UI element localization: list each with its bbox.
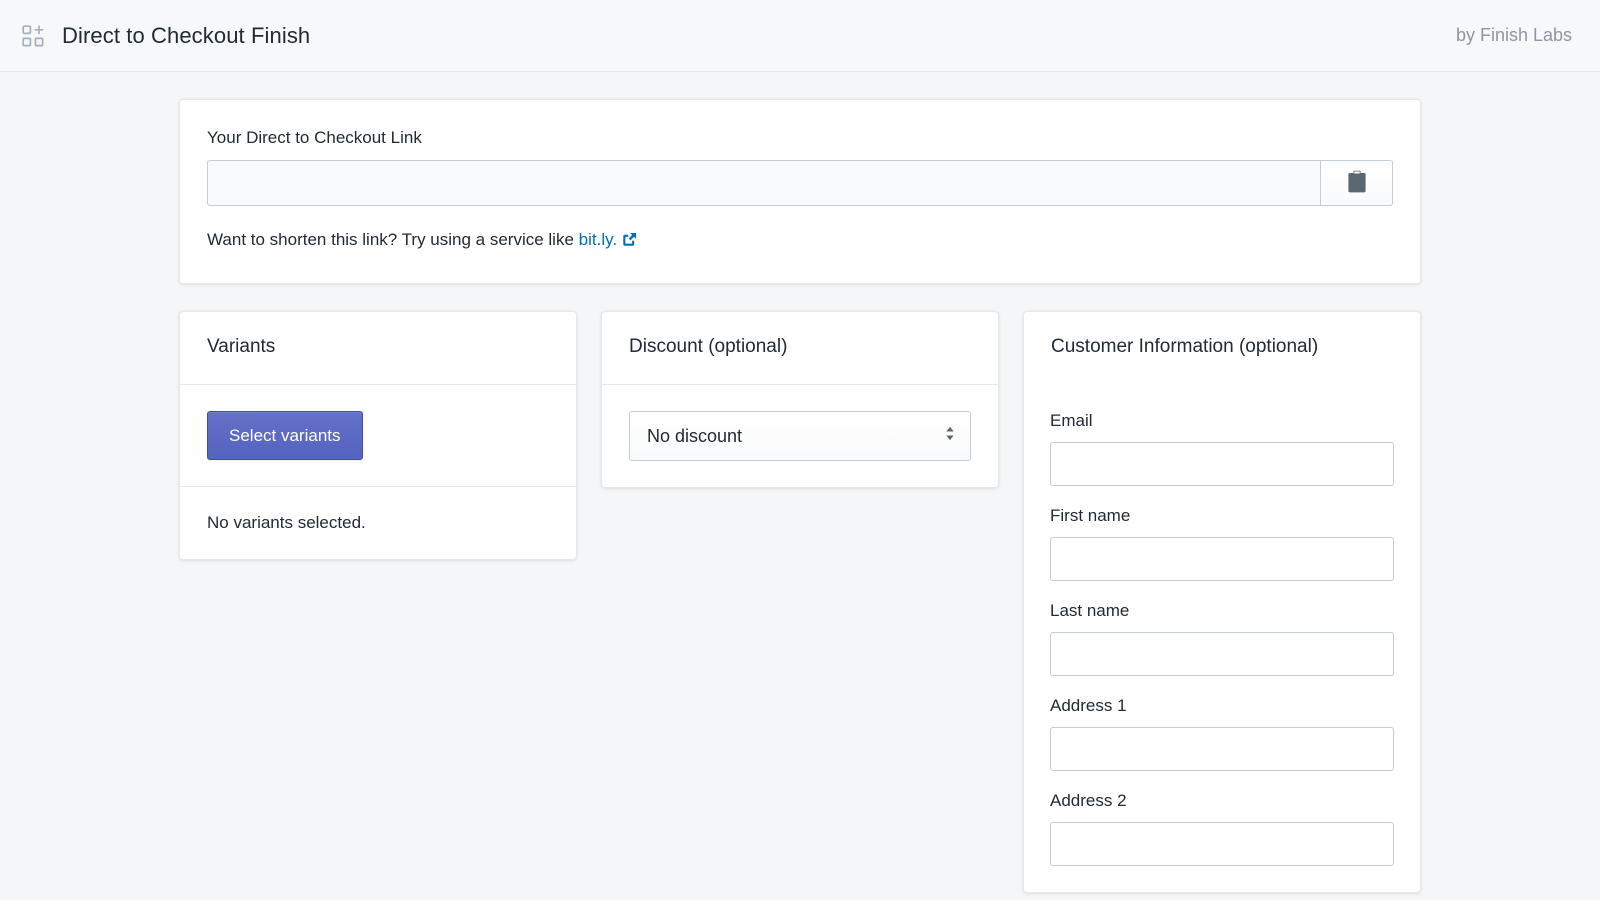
customer-card-header: Customer Information (optional)	[1024, 312, 1420, 384]
shorten-link-hint: Want to shorten this link? Try using a s…	[207, 229, 1393, 254]
app-header-left: Direct to Checkout Finish	[22, 22, 311, 48]
discount-column: Discount (optional) No discount	[601, 311, 999, 488]
customer-field-address-2: Address 2	[1050, 790, 1394, 867]
checkout-link-row	[207, 160, 1393, 207]
bitly-link[interactable]: bit.ly.	[579, 230, 617, 249]
customer-card-body: Email First name Last name Address 1 Add…	[1024, 384, 1420, 892]
checkout-link-label: Your Direct to Checkout Link	[207, 128, 422, 147]
apps-add-icon	[22, 24, 44, 47]
clipboard-icon	[1346, 170, 1368, 197]
customer-field-last-name: Last name	[1050, 600, 1394, 677]
customer-information-card: Customer Information (optional) Email Fi…	[1023, 311, 1421, 894]
checkout-link-card: Your Direct to Checkout Link Want to sho…	[179, 99, 1421, 285]
variants-card: Variants Select variants No variants sel…	[179, 311, 577, 560]
discount-card-body: No discount	[602, 383, 998, 487]
shorten-link-hint-text: Want to shorten this link? Try using a s…	[207, 230, 579, 250]
customer-field-first-name: First name	[1050, 505, 1394, 582]
last-name-field[interactable]	[1050, 632, 1394, 677]
customer-field-address-1: Address 1	[1050, 695, 1394, 772]
discount-select-wrap: No discount	[629, 410, 971, 461]
discount-select[interactable]: No discount	[629, 410, 971, 461]
customer-card-title: Customer Information (optional)	[1051, 336, 1319, 358]
checkout-link-card-body: Your Direct to Checkout Link Want to sho…	[180, 100, 1420, 283]
app-attribution: by Finish Labs	[1455, 25, 1572, 45]
variants-card-action-section: Select variants	[180, 383, 576, 486]
first-name-label: First name	[1050, 505, 1131, 525]
cards-row: Variants Select variants No variants sel…	[179, 311, 1421, 894]
email-field[interactable]	[1050, 441, 1394, 486]
discount-card: Discount (optional) No discount	[601, 311, 999, 488]
address-1-field[interactable]	[1050, 727, 1394, 772]
customer-column: Customer Information (optional) Email Fi…	[1023, 311, 1421, 894]
customer-field-email: Email	[1050, 410, 1394, 486]
discount-card-title: Discount (optional)	[629, 336, 788, 358]
variants-empty-state: No variants selected.	[207, 512, 366, 532]
address-1-label: Address 1	[1050, 696, 1127, 716]
select-variants-button[interactable]: Select variants	[207, 410, 363, 460]
variants-card-header: Variants	[180, 312, 576, 384]
app-header: Direct to Checkout Finish by Finish Labs	[0, 0, 1600, 72]
page-title: Direct to Checkout Finish	[62, 22, 311, 48]
checkout-link-input[interactable]	[207, 160, 1321, 207]
last-name-label: Last name	[1050, 601, 1130, 621]
address-2-field[interactable]	[1050, 822, 1394, 867]
variants-card-title: Variants	[207, 336, 276, 358]
page-content: Your Direct to Checkout Link Want to sho…	[0, 72, 1600, 894]
copy-link-button[interactable]	[1321, 160, 1393, 207]
email-label: Email	[1050, 410, 1093, 430]
first-name-field[interactable]	[1050, 537, 1394, 582]
external-link-icon	[622, 231, 637, 254]
discount-card-header: Discount (optional)	[602, 312, 998, 384]
address-2-label: Address 2	[1050, 791, 1127, 811]
variants-card-empty-section: No variants selected.	[180, 485, 576, 559]
content-wrapper: Your Direct to Checkout Link Want to sho…	[179, 99, 1421, 894]
variants-column: Variants Select variants No variants sel…	[179, 311, 577, 560]
